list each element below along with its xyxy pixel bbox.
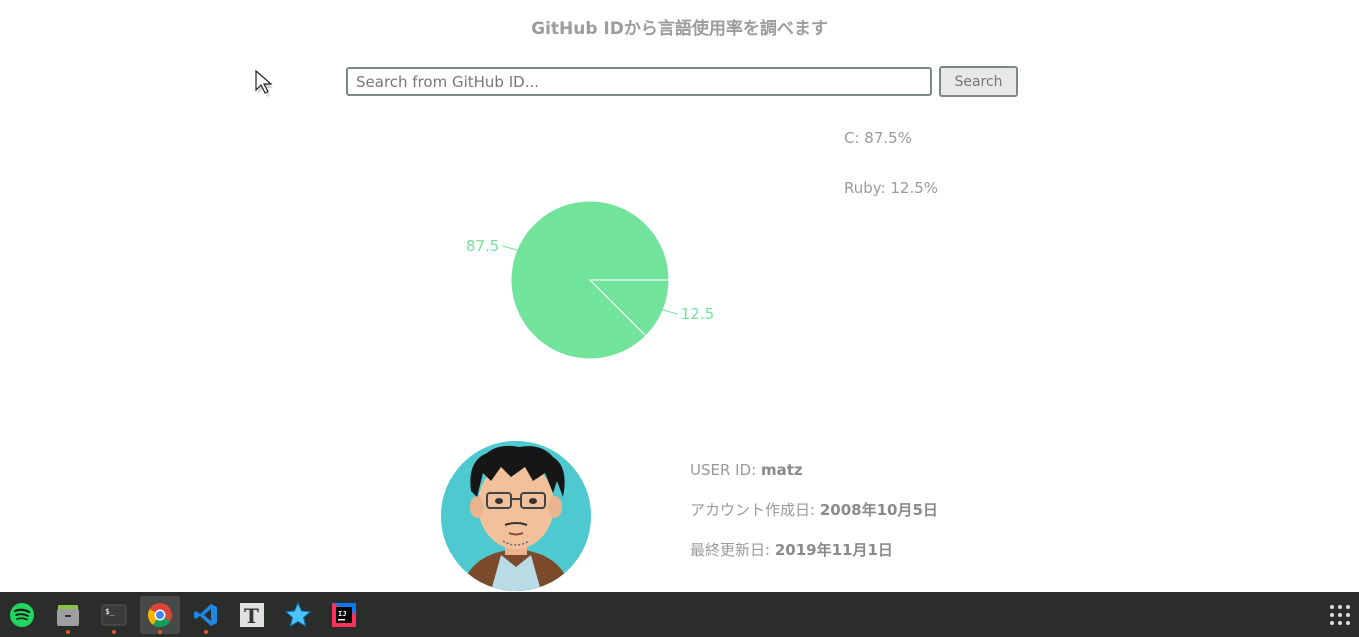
chrome-icon <box>147 603 172 628</box>
spotify-icon <box>10 603 34 627</box>
user-id-label: USER ID: <box>690 461 761 479</box>
account-created-value: 2008年10月5日 <box>819 501 938 519</box>
taskbar-typora[interactable]: T <box>232 596 272 634</box>
file-manager-icon <box>57 605 79 626</box>
avatar-illustration <box>441 441 591 591</box>
data-label-c: 87.5 <box>466 237 499 255</box>
typora-icon: T <box>240 603 264 628</box>
user-id-value: matz <box>760 461 803 479</box>
label-line-ruby <box>661 308 678 315</box>
running-indicator <box>112 630 116 634</box>
search-button[interactable]: Search <box>939 66 1018 97</box>
account-created-label: アカウント作成日: <box>690 501 820 519</box>
avatar <box>441 441 591 591</box>
taskbar-terminal[interactable]: $_ <box>94 596 134 634</box>
legend-item-ruby: Ruby: 12.5% <box>844 179 939 197</box>
taskbar-vscode[interactable] <box>186 596 226 634</box>
mouse-cursor-icon <box>255 69 273 97</box>
data-label-ruby: 12.5 <box>681 305 714 323</box>
pie-slice-c <box>510 200 670 360</box>
intellij-icon: IJ <box>332 603 356 627</box>
svg-text:T: T <box>244 604 259 628</box>
terminal-icon: $_ <box>101 604 127 626</box>
user-id-row: USER ID: matz <box>690 460 938 500</box>
svg-text:IJ: IJ <box>338 610 346 618</box>
user-info: USER ID: matz アカウント作成日: 2008年10月5日 最終更新日… <box>690 460 938 580</box>
running-indicator <box>66 630 70 634</box>
account-created-row: アカウント作成日: 2008年10月5日 <box>690 500 938 540</box>
last-updated-row: 最終更新日: 2019年11月1日 <box>690 540 938 580</box>
page-title: GitHub IDから言語使用率を調べます <box>531 19 828 39</box>
search-input[interactable] <box>346 67 932 96</box>
pie-chart: 12.5 87.5 <box>466 200 714 360</box>
running-indicator <box>158 630 162 634</box>
vscode-icon <box>194 604 217 626</box>
star-app-icon <box>284 601 312 628</box>
last-updated-value: 2019年11月1日 <box>774 541 893 559</box>
taskbar-intellij[interactable]: IJ <box>324 596 364 634</box>
label-line-c <box>502 245 519 252</box>
taskbar-spotify[interactable] <box>2 596 42 634</box>
taskbar-file-manager[interactable] <box>48 596 88 634</box>
svg-text:$_: $_ <box>105 607 115 616</box>
running-indicator <box>204 630 208 634</box>
taskbar: $_ T IJ <box>0 592 1359 637</box>
apps-grid-icon[interactable] <box>1329 604 1351 626</box>
chart-legend: C: 87.5% Ruby: 12.5% <box>844 129 938 229</box>
legend-item-c: C: 87.5% <box>844 129 912 147</box>
last-updated-label: 最終更新日: <box>690 541 775 559</box>
taskbar-star-app[interactable] <box>278 596 318 634</box>
taskbar-chrome[interactable] <box>140 596 180 634</box>
